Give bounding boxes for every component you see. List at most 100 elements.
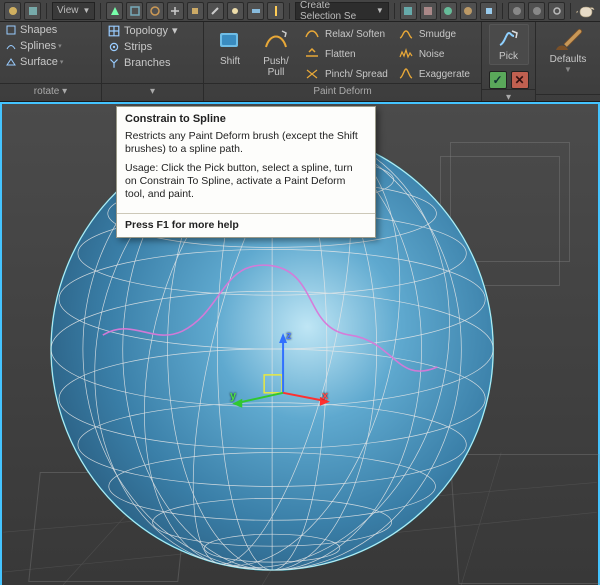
exaggerate-button[interactable]: Exaggerate — [396, 65, 472, 83]
viewport[interactable]: z x y Constrain to Spline Restricts any … — [0, 102, 600, 585]
tooltip-title: Constrain to Spline — [117, 107, 375, 128]
strips-button[interactable]: Strips — [108, 41, 178, 53]
relax-soften-button[interactable]: Relax/ Soften — [302, 25, 390, 43]
ribbon-panel-defaults: Defaults ▼ — [536, 22, 600, 101]
ribbon-panel-constrain: Pick ✓ ✕ ▾ — [482, 22, 536, 101]
noise-icon — [398, 46, 414, 62]
ribbon-panel-shapes: Shapes Splines ▾ Surface ▾ rotate ▾ — [0, 22, 102, 101]
shift-button[interactable]: Shift — [210, 24, 250, 83]
constrain-on-toggle[interactable]: ✓ — [489, 71, 507, 89]
flatten-button[interactable]: Flatten — [302, 45, 390, 63]
chevron-down-icon: ▼ — [564, 65, 572, 74]
panel-title: rotate ▾ — [0, 83, 101, 101]
pick-icon — [497, 27, 521, 49]
push-pull-icon — [261, 26, 291, 54]
toolbar-button[interactable] — [106, 2, 123, 20]
toolbar-button[interactable] — [24, 2, 41, 20]
branches-button[interactable]: Branches — [108, 57, 178, 69]
pinch-label: Pinch/ Spread — [325, 69, 388, 80]
pinch-spread-button[interactable]: Pinch/ Spread — [302, 65, 390, 83]
tooltip-footer: Press F1 for more help — [117, 213, 375, 237]
ribbon-panel-topology: Topology ▾ Strips Branches ▾ — [102, 22, 204, 101]
separator — [100, 3, 101, 19]
defaults-label: Defaults — [550, 54, 587, 65]
toolbar-button[interactable] — [267, 2, 284, 20]
toolbar-button[interactable] — [480, 2, 497, 20]
relax-icon — [304, 26, 320, 42]
flatten-icon — [304, 46, 320, 62]
toolbar-button[interactable] — [400, 2, 417, 20]
top-toolbar: View ▼ Create Selection Se ▼ — [0, 0, 600, 22]
separator — [289, 3, 290, 19]
topology-label: Topology — [124, 25, 168, 37]
noise-label: Noise — [419, 49, 445, 60]
panel-title: ▾ — [102, 83, 203, 101]
toolbar-button[interactable] — [146, 2, 163, 20]
pick-label: Pick — [499, 51, 518, 62]
exaggerate-label: Exaggerate — [419, 69, 470, 80]
shapes-label: Shapes — [20, 24, 57, 36]
topology-icon — [108, 25, 120, 37]
smudge-button[interactable]: Smudge — [396, 25, 472, 43]
shift-label: Shift — [220, 56, 240, 67]
toolbar-button[interactable] — [4, 2, 21, 20]
shift-icon — [215, 26, 245, 54]
toolbar-button[interactable] — [528, 2, 545, 20]
separator — [570, 3, 571, 19]
separator — [394, 3, 395, 19]
strips-icon — [108, 41, 120, 53]
view-dropdown[interactable]: View ▼ — [52, 2, 95, 20]
branches-icon — [108, 57, 120, 69]
separator — [502, 3, 503, 19]
push-pull-label: Push/ Pull — [263, 56, 289, 78]
tooltip: Constrain to Spline Restricts any Paint … — [116, 106, 376, 238]
tooltip-text: Restricts any Paint Deform brush (except… — [125, 130, 367, 156]
toolbar-button[interactable] — [126, 2, 143, 20]
pick-button[interactable]: Pick — [489, 24, 529, 65]
gizmo-x-label: x — [322, 390, 328, 402]
toolbar-button[interactable] — [420, 2, 437, 20]
noise-button[interactable]: Noise — [396, 45, 472, 63]
teapot-icon[interactable] — [576, 2, 596, 20]
chevron-down-icon: ▾ — [60, 58, 64, 66]
gizmo-z-label: z — [286, 330, 292, 342]
view-dropdown-label: View — [57, 5, 79, 16]
toolbar-button[interactable] — [440, 2, 457, 20]
smudge-icon — [398, 26, 414, 42]
chevron-down-icon: ▾ — [58, 42, 62, 50]
toolbar-button[interactable] — [187, 2, 204, 20]
splines-button[interactable]: Splines ▾ — [6, 40, 63, 52]
pinch-icon — [304, 66, 320, 82]
ribbon-panel-paint-deform: Shift Push/ Pull Relax/ Soften Flatten — [204, 22, 482, 101]
relax-label: Relax/ Soften — [325, 29, 385, 40]
panel-title — [536, 94, 600, 101]
surface-button[interactable]: Surface ▾ — [6, 56, 63, 68]
shapes-button[interactable]: Shapes — [6, 24, 63, 36]
toolbar-button[interactable] — [207, 2, 224, 20]
panel-title: Paint Deform — [204, 83, 481, 101]
chevron-down-icon: ▾ — [172, 24, 178, 37]
toolbar-button[interactable] — [460, 2, 477, 20]
shapes-icon — [6, 25, 16, 35]
toolbar-button[interactable] — [167, 2, 184, 20]
splines-icon — [6, 41, 16, 51]
push-pull-button[interactable]: Push/ Pull — [256, 24, 296, 83]
toolbar-button[interactable] — [508, 2, 525, 20]
ribbon: Shapes Splines ▾ Surface ▾ rotate ▾ — [0, 22, 600, 102]
chevron-down-icon: ▼ — [83, 6, 91, 15]
toolbar-button[interactable] — [247, 2, 264, 20]
chevron-down-icon: ▼ — [376, 6, 384, 15]
surface-label: Surface — [20, 56, 58, 68]
smudge-label: Smudge — [419, 29, 456, 40]
splines-label: Splines — [20, 40, 56, 52]
separator — [46, 3, 47, 19]
constrain-off-toggle[interactable]: ✕ — [511, 71, 529, 89]
tooltip-text: Usage: Click the Pick button, select a s… — [125, 162, 367, 201]
toolbar-button[interactable] — [227, 2, 244, 20]
selection-set-dropdown[interactable]: Create Selection Se ▼ — [295, 2, 389, 20]
topology-button[interactable]: Topology ▾ — [108, 24, 178, 37]
defaults-button[interactable]: Defaults ▼ — [550, 24, 587, 74]
toolbar-button[interactable] — [548, 2, 565, 20]
branches-label: Branches — [124, 57, 170, 69]
exaggerate-icon — [398, 66, 414, 82]
